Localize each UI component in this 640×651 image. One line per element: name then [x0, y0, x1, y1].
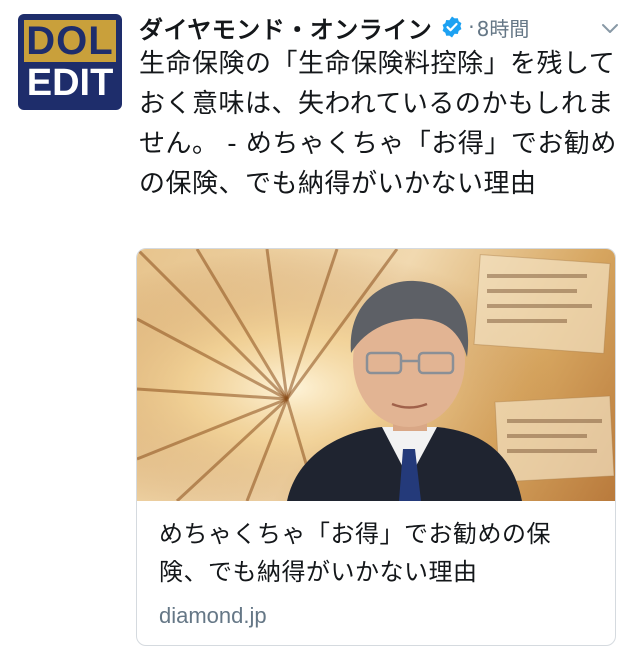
timestamp[interactable]: 8時間: [477, 13, 530, 42]
verified-icon: [442, 16, 462, 38]
chevron-down-icon[interactable]: [598, 16, 622, 40]
tweet-text: 生命保険の「生命保険料控除」を残しておく意味は、失われているのかもしれません。 …: [139, 49, 617, 199]
card-body: めちゃくちゃ「お得」でお勧めの保険、でも納得がいかない理由 diamond.jp: [137, 501, 615, 629]
logo-line-2: EDIT: [24, 62, 116, 104]
avatar[interactable]: DOL EDIT: [18, 14, 122, 110]
card-image-illustration: [137, 249, 615, 501]
link-card[interactable]: めちゃくちゃ「お得」でお勧めの保険、でも納得がいかない理由 diamond.jp: [136, 248, 616, 646]
time-separator: ·: [468, 15, 475, 39]
display-name[interactable]: ダイヤモンド・オンライン: [139, 10, 432, 45]
card-image[interactable]: [137, 249, 615, 501]
card-title[interactable]: めちゃくちゃ「お得」でお勧めの保険、でも納得がいかない理由: [159, 515, 593, 591]
tweet-header: ダイヤモンド・オンライン · 8時間: [139, 10, 626, 44]
card-domain: diamond.jp: [159, 603, 267, 628]
dol-edit-logo: DOL EDIT: [24, 20, 116, 104]
logo-line-1: DOL: [24, 20, 116, 62]
